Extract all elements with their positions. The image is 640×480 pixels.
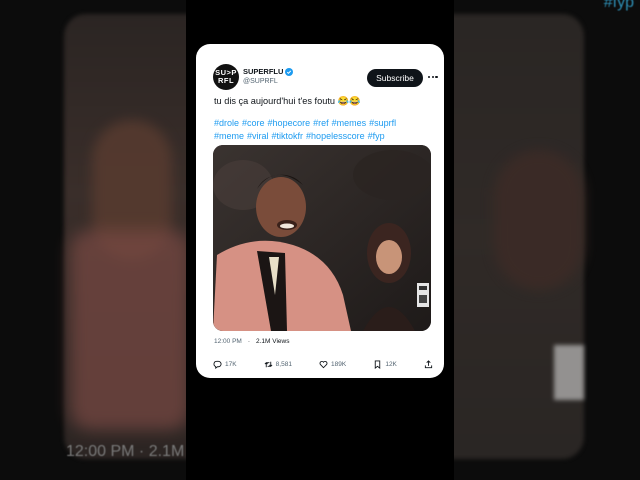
subscribe-button[interactable]: Subscribe [367, 69, 423, 87]
share-button[interactable] [424, 359, 433, 369]
like-button[interactable]: 189K [319, 360, 346, 369]
blurred-suit [70, 230, 186, 430]
background-right: #fyp [454, 0, 640, 480]
background-left: 12:00 PM · 2.1M [0, 0, 186, 480]
bookmark-icon [375, 359, 381, 369]
hashtag-link[interactable]: #drole [214, 118, 239, 128]
blurred-woman [494, 150, 584, 290]
blurred-hashtag: #fyp [603, 0, 634, 11]
display-name[interactable]: SUPERFLU [243, 67, 294, 76]
hashtag-link[interactable]: #core [242, 118, 265, 128]
tweet-meta: 12:00 PM · 2.1M Views [214, 338, 290, 345]
reply-icon [213, 360, 222, 369]
hashtag-link[interactable]: #viral [247, 131, 269, 141]
hashtag-link[interactable]: #hopelesscore [306, 131, 365, 141]
hashtag-link[interactable]: #fyp [368, 131, 385, 141]
hashtags: #drole #core #hopecore #ref #memes #suprfl #me… [214, 117, 440, 143]
tweet-time[interactable]: 12:00 PM [214, 338, 242, 345]
hashtag-link[interactable]: #hopecore [268, 118, 311, 128]
reply-count: 17K [225, 360, 237, 368]
bookmark-count: 12K [385, 360, 397, 368]
hashtag-link[interactable]: #tiktokfr [272, 131, 304, 141]
retweet-count: 8,581 [275, 360, 292, 368]
verified-badge-icon [285, 67, 294, 76]
tweet-text: tu dis ça aujourd'hui t'es foutu 😂😂 [214, 96, 361, 106]
like-icon [319, 360, 328, 368]
action-bar: 17K 8,581 189K 12K [213, 357, 433, 371]
display-name-text: SUPERFLU [243, 67, 284, 76]
hashtag-link[interactable]: #suprfl [369, 118, 396, 128]
like-count: 189K [331, 360, 347, 368]
hashtag-link[interactable]: #meme [214, 131, 244, 141]
tweet-card: SU>P RFL SUPERFLU @SUPRFL Subscribe tu di… [196, 44, 444, 378]
retweet-icon [264, 361, 273, 367]
bookmark-button[interactable]: 12K [373, 359, 397, 369]
view-count: 2.1M Views [256, 338, 290, 345]
blurred-logo [554, 345, 584, 400]
reply-button[interactable]: 17K [213, 360, 237, 369]
blurred-meta-text: 12:00 PM · 2.1M [66, 443, 185, 460]
share-icon [424, 359, 433, 368]
video-frame [213, 145, 431, 331]
user-handle[interactable]: @SUPRFL [243, 78, 278, 85]
retweet-button[interactable]: 8,581 [264, 360, 292, 369]
hashtag-link[interactable]: #ref [313, 118, 329, 128]
video-thumbnail[interactable] [213, 145, 431, 331]
more-icon[interactable] [428, 73, 440, 81]
avatar[interactable]: SU>P RFL [213, 64, 239, 90]
hashtag-link[interactable]: #memes [332, 118, 367, 128]
